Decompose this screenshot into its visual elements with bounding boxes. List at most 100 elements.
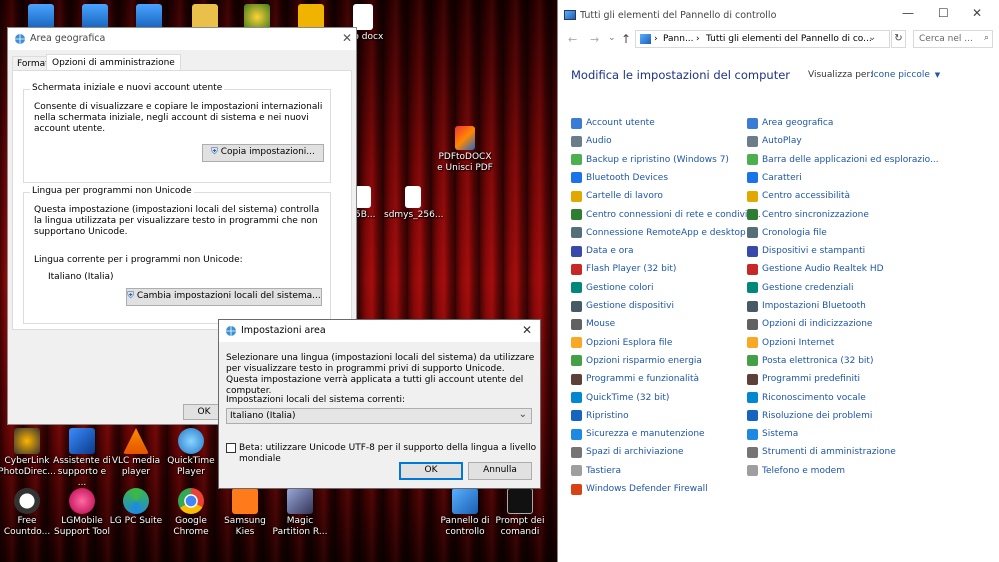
ok-button[interactable]: OK	[399, 462, 463, 480]
control-panel-item[interactable]: Telefono e modem	[747, 464, 845, 478]
desktop-icon-magic-partition[interactable]: Magic Partition R...	[271, 488, 329, 538]
control-panel-item[interactable]: Risoluzione dei problemi	[747, 409, 872, 423]
control-panel-item-icon	[747, 337, 758, 349]
control-panel-item[interactable]: Tastiera	[571, 464, 621, 478]
control-panel-item-icon	[747, 392, 758, 403]
control-panel-item-icon	[571, 282, 582, 294]
title-bar[interactable]: Tutti gli elementi del Pannello di contr…	[558, 0, 999, 30]
control-panel-item[interactable]: Riconoscimento vocale	[747, 391, 866, 405]
control-panel-item[interactable]: Opzioni Internet	[747, 336, 834, 350]
control-panel-item[interactable]: Gestione colori	[571, 281, 654, 295]
address-bar[interactable]: › Pann... › Tutti gli elementi del Panne…	[635, 30, 890, 48]
control-panel-item[interactable]: Strumenti di amministrazione	[747, 445, 896, 459]
group-description: Questa impostazione (impostazioni locali…	[34, 205, 320, 237]
control-panel-item[interactable]: Gestione dispositivi	[571, 299, 674, 313]
group-title: Lingua per programmi non Unicode	[30, 186, 194, 196]
desktop-icon-prompt[interactable]: Prompt dei comandi	[491, 488, 549, 538]
copy-settings-button[interactable]: ⛨ Copia impostazioni...	[202, 144, 324, 162]
page-heading: Modifica le impostazioni del computer	[571, 68, 791, 82]
control-panel-item-icon	[747, 135, 758, 147]
desktop-icon-free-countdown[interactable]: Free Countdo...	[0, 488, 56, 538]
control-panel-item[interactable]: AutoPlay	[747, 134, 802, 148]
control-panel-item[interactable]: Impostazioni Bluetooth	[747, 299, 866, 313]
control-panel-item[interactable]: Programmi predefiniti	[747, 372, 860, 386]
control-panel-item[interactable]: Area geografica	[747, 116, 833, 130]
control-panel-item[interactable]: Opzioni risparmio energia	[571, 354, 702, 368]
minimize-icon[interactable]: —	[902, 6, 914, 20]
control-panel-item[interactable]: Windows Defender Firewall	[571, 482, 708, 496]
control-panel-item[interactable]: Centro connessioni di rete e condivis...	[571, 208, 761, 222]
control-panel-item[interactable]: Dispositivi e stampanti	[747, 244, 865, 258]
control-panel-item[interactable]: Gestione Audio Realtek HD	[747, 262, 884, 276]
tab-opzioni-amministrazione[interactable]: Opzioni di amministrazione	[46, 54, 181, 71]
control-panel-item-label: QuickTime (32 bit)	[586, 392, 670, 403]
kies-icon	[232, 488, 258, 514]
close-icon[interactable]: ✕	[972, 6, 982, 20]
control-panel-item[interactable]: Bluetooth Devices	[571, 171, 668, 185]
chevron-down-icon[interactable]: ⌄	[868, 32, 876, 43]
system-locale-select[interactable]: Italiano (Italia) ⌄	[226, 408, 532, 424]
control-panel-item-label: Gestione credenziali	[762, 282, 854, 293]
back-icon[interactable]: ←	[568, 33, 577, 46]
control-panel-item[interactable]: Cartelle di lavoro	[571, 189, 663, 203]
cancel-button[interactable]: Annulla	[468, 462, 532, 480]
control-panel-item[interactable]: Cronologia file	[747, 226, 827, 240]
control-panel-item[interactable]: Sistema	[747, 427, 798, 441]
desktop-icon-chrome[interactable]: Google Chrome	[162, 488, 220, 538]
desktop-icon-vlc[interactable]: VLC media player	[107, 428, 165, 478]
control-panel-item[interactable]: Centro sincronizzazione	[747, 208, 869, 222]
control-panel-item[interactable]: Mouse	[571, 317, 615, 331]
control-panel-item[interactable]: Caratteri	[747, 171, 802, 185]
chevron-down-icon[interactable]: ⌄	[608, 33, 616, 43]
breadcrumb-item[interactable]: Pann...	[663, 34, 694, 44]
desktop-icon-pdftodocx[interactable]: PDFtoDOCX e Unisci PDF	[436, 126, 494, 174]
desktop-icon-pannello[interactable]: Pannello di controllo	[436, 488, 494, 538]
desktop-icon-lgpcsuite[interactable]: LG PC Suite	[107, 488, 165, 527]
control-panel-item-label: Spazi di archiviazione	[586, 447, 684, 458]
desktop-icon-label: LGMobile Support Tool	[54, 516, 110, 537]
view-mode-dropdown[interactable]: Icone piccole ▼	[871, 70, 940, 80]
control-panel-item[interactable]: Programmi e funzionalità	[571, 372, 699, 386]
control-panel-item[interactable]: Sicurezza e manutenzione	[571, 427, 705, 441]
control-panel-item[interactable]: Posta elettronica (32 bit)	[747, 354, 873, 368]
breadcrumb-item[interactable]: Tutti gli elementi del Pannello di co...	[706, 34, 872, 44]
title-bar[interactable]: Area geografica ✕	[8, 28, 356, 50]
title-bar[interactable]: Impostazioni area ✕	[219, 320, 540, 342]
control-panel-item[interactable]: Spazi di archiviazione	[571, 445, 684, 459]
control-panel-item-icon	[571, 154, 582, 166]
desktop-icon-label: Prompt dei comandi	[495, 516, 545, 537]
control-panel-item[interactable]: Barra delle applicazioni ed esplorazio..…	[747, 153, 939, 167]
control-panel-item[interactable]: Gestione credenziali	[747, 281, 854, 295]
control-panel-item[interactable]: Centro accessibilità	[747, 189, 850, 203]
control-panel-item[interactable]: Backup e ripristino (Windows 7)	[571, 153, 729, 167]
control-panel-item-icon	[571, 483, 582, 495]
control-panel-item[interactable]: Account utente	[571, 116, 655, 130]
control-panel-item[interactable]: Opzioni di indicizzazione	[747, 317, 872, 331]
search-input[interactable]: Cerca nel ... ⌕	[913, 30, 993, 48]
forward-icon[interactable]: →	[590, 33, 599, 46]
desktop-icon-samsung-kies[interactable]: Samsung Kies	[216, 488, 274, 538]
control-panel-item[interactable]: Opzioni Esplora file	[571, 336, 672, 350]
quicktime-icon	[178, 428, 204, 454]
desktop-icon-lgmobile[interactable]: LGMobile Support Tool	[53, 488, 111, 538]
shield-icon: ⛨	[211, 147, 221, 157]
control-panel-item[interactable]: Connessione RemoteApp e desktop	[571, 226, 746, 240]
close-icon[interactable]: ✕	[522, 323, 532, 337]
change-system-locale-button[interactable]: ⛨ Cambia impostazioni locali del sistema…	[126, 288, 322, 306]
desktop-icon-cyberlink[interactable]: CyberLink PhotoDirec...	[0, 428, 56, 478]
up-icon[interactable]: ↑	[621, 32, 631, 46]
refresh-button[interactable]: ↻	[891, 30, 906, 48]
desktop-icon-label: Free Countdo...	[3, 516, 51, 537]
utf8-checkbox[interactable]	[226, 443, 236, 453]
desktop-icon-sdmys[interactable]: sdmys_256...	[384, 186, 443, 221]
maximize-icon[interactable]: ☐	[938, 6, 949, 20]
control-panel-item[interactable]: Ripristino	[571, 409, 629, 423]
control-panel-item[interactable]: Flash Player (32 bit)	[571, 262, 676, 276]
control-panel-item-label: Connessione RemoteApp e desktop	[586, 227, 746, 238]
close-icon[interactable]: ✕	[342, 31, 352, 45]
desktop-icon-assistente[interactable]: Assistente di supporto e ...	[53, 428, 111, 489]
desktop-icon-quicktime[interactable]: QuickTime Player	[162, 428, 220, 478]
control-panel-item[interactable]: Data e ora	[571, 244, 633, 258]
control-panel-item[interactable]: QuickTime (32 bit)	[571, 391, 669, 405]
control-panel-item[interactable]: Audio	[571, 134, 612, 148]
